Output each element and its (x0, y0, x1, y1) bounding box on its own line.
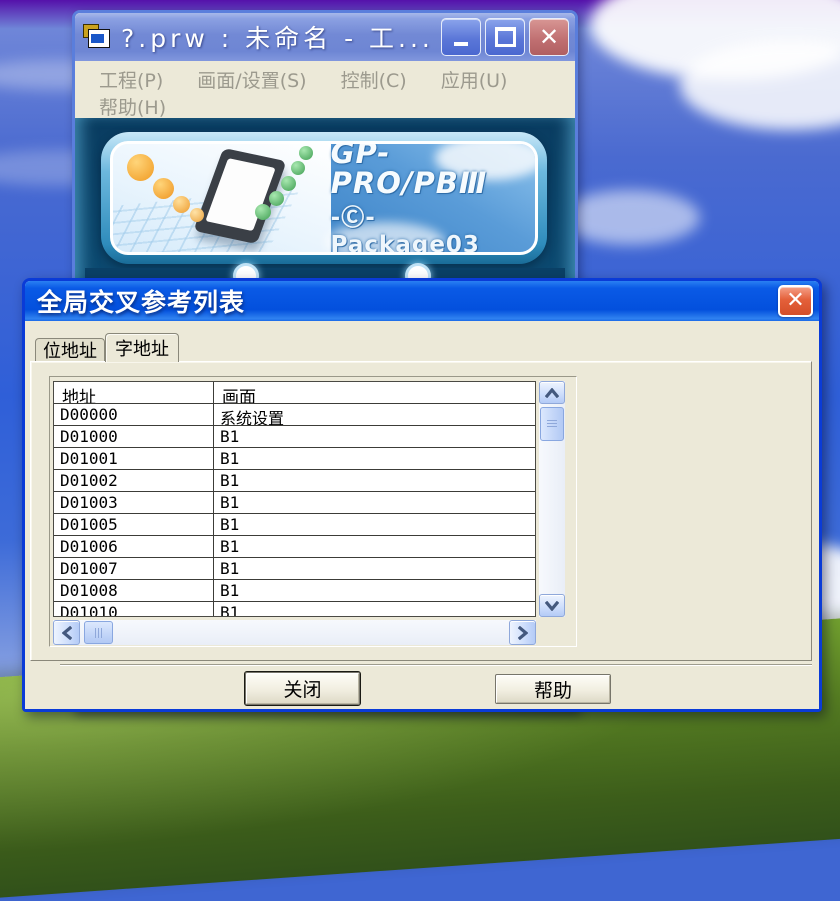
tab-word-address[interactable]: 字地址 (105, 333, 179, 362)
green-dot-graphic (269, 191, 284, 206)
bottom-divider (60, 664, 812, 666)
horizontal-scrollbar[interactable] (53, 620, 536, 645)
screen-cell[interactable]: B1 (214, 470, 535, 491)
table-row[interactable]: D01001 B1 (54, 448, 535, 470)
vertical-scrollbar-thumb[interactable] (540, 407, 564, 441)
scroll-left-icon (62, 626, 72, 640)
screen-cell[interactable]: B1 (214, 558, 535, 579)
horizontal-scrollbar-thumb[interactable] (84, 621, 113, 644)
app-titlebar[interactable]: ?.prw : 未命名 - 工... ✕ (75, 13, 575, 61)
menu-row-1: 工程(P) 画面/设置(S) 控制(C) 应用(U) (99, 66, 575, 93)
screen-cell[interactable]: 系统设置 (214, 404, 535, 425)
orange-dot-graphic (190, 208, 204, 222)
dialog-titlebar[interactable]: 全局交叉参考列表 ✕ (25, 281, 819, 321)
menu-item-control[interactable]: 控制(C) (341, 66, 407, 93)
menu-item-project[interactable]: 工程(P) (99, 66, 163, 93)
dialog-body: 位地址 字地址 地址 画面 D00000 系统设置 D01000 B1 (25, 321, 819, 709)
address-cell[interactable]: D01005 (54, 514, 214, 535)
orange-dot-graphic (173, 196, 190, 213)
address-cell[interactable]: D01006 (54, 536, 214, 557)
orange-dot-graphic (153, 178, 174, 199)
help-button[interactable]: 帮助 (495, 674, 611, 704)
minimize-button[interactable] (441, 18, 481, 56)
maximize-icon (495, 27, 516, 47)
address-cell[interactable]: D01007 (54, 558, 214, 579)
maximize-button[interactable] (485, 18, 525, 56)
green-dot-graphic (255, 204, 271, 220)
address-cell[interactable]: D01000 (54, 426, 214, 447)
address-cell[interactable]: D01001 (54, 448, 214, 469)
tab-bit-address[interactable]: 位地址 (35, 338, 105, 361)
screen-cell[interactable]: B1 (214, 602, 535, 617)
product-banner: GP-PRO/PBⅢ -Ⓒ-Package03 (101, 132, 547, 264)
table-row[interactable]: D01000 B1 (54, 426, 535, 448)
green-dot-graphic (281, 176, 296, 191)
screen-cell[interactable]: B1 (214, 514, 535, 535)
tab-page: 地址 画面 D00000 系统设置 D01000 B1 D01001 B1 (30, 361, 812, 661)
app-icon (83, 24, 113, 50)
menu-item-screen-settings[interactable]: 画面/设置(S) (197, 66, 306, 93)
screen-cell[interactable]: B1 (214, 492, 535, 513)
orange-dot-graphic (127, 154, 154, 181)
minimize-icon (454, 42, 468, 46)
screen-cell[interactable]: B1 (214, 580, 535, 601)
scroll-left-button[interactable] (53, 620, 80, 645)
menu-item-help[interactable]: 帮助(H) (99, 93, 166, 120)
scroll-down-button[interactable] (539, 594, 565, 617)
scroll-up-button[interactable] (539, 381, 565, 404)
close-icon: ✕ (539, 25, 559, 49)
address-cell[interactable]: D00000 (54, 404, 214, 425)
screen-cell[interactable]: B1 (214, 536, 535, 557)
address-cell[interactable]: D01002 (54, 470, 214, 491)
scrollbar-grip (547, 420, 557, 428)
hmi-panel-screen (205, 158, 275, 231)
menu-item-utility[interactable]: 应用(U) (441, 66, 508, 93)
menu-row-2: 帮助(H) (99, 93, 575, 120)
vertical-scrollbar[interactable] (539, 381, 565, 617)
table-row[interactable]: D01005 B1 (54, 514, 535, 536)
scroll-down-icon (545, 601, 559, 611)
screen-cell[interactable]: B1 (214, 448, 535, 469)
dialog-title: 全局交叉参考列表 (37, 283, 778, 319)
scroll-right-button[interactable] (509, 620, 536, 645)
cloud (560, 190, 700, 245)
package-logo-text: -Ⓒ-Package03 (331, 198, 525, 255)
close-dialog-button[interactable]: 关闭 (245, 672, 360, 705)
column-header-address[interactable]: 地址 (54, 382, 214, 403)
app-window-title: ?.prw : 未命名 - 工... (121, 19, 437, 55)
app-menubar: 工程(P) 画面/设置(S) 控制(C) 应用(U) 帮助(H) (75, 61, 575, 124)
green-dot-graphic (299, 146, 313, 160)
scroll-right-icon (518, 626, 528, 640)
close-icon: ✕ (786, 290, 804, 312)
table-row[interactable]: D01003 B1 (54, 492, 535, 514)
table-row[interactable]: D01008 B1 (54, 580, 535, 602)
product-banner-inner: GP-PRO/PBⅢ -Ⓒ-Package03 (110, 141, 538, 255)
scroll-up-icon (545, 388, 559, 398)
banner-logo-panel: GP-PRO/PBⅢ -Ⓒ-Package03 (331, 144, 535, 252)
screen-cell[interactable]: B1 (214, 426, 535, 447)
address-cell[interactable]: D01008 (54, 580, 214, 601)
dialog-close-button[interactable]: ✕ (778, 285, 813, 317)
table-row[interactable]: D01006 B1 (54, 536, 535, 558)
table-row[interactable]: D01007 B1 (54, 558, 535, 580)
scrollbar-grip (95, 628, 103, 638)
reference-list-panel: 地址 画面 D00000 系统设置 D01000 B1 D01001 B1 (49, 376, 577, 647)
reference-table: 地址 画面 D00000 系统设置 D01000 B1 D01001 B1 (53, 381, 536, 617)
table-header-row: 地址 画面 (54, 382, 535, 404)
app-close-button[interactable]: ✕ (529, 18, 569, 56)
green-dot-graphic (291, 161, 305, 175)
app-icon-screen-layer (91, 34, 104, 43)
banner-graphic-panel (113, 144, 331, 252)
cross-reference-dialog: 全局交叉参考列表 ✕ 位地址 字地址 地址 画面 D00000 系统设置 (22, 278, 822, 712)
address-cell[interactable]: D01010 (54, 602, 214, 617)
product-logo-text: GP-PRO/PBⅢ (331, 141, 525, 198)
address-cell[interactable]: D01003 (54, 492, 214, 513)
column-header-screen[interactable]: 画面 (214, 382, 535, 403)
table-row[interactable]: D00000 系统设置 (54, 404, 535, 426)
table-row[interactable]: D01010 B1 (54, 602, 535, 617)
table-row[interactable]: D01002 B1 (54, 470, 535, 492)
